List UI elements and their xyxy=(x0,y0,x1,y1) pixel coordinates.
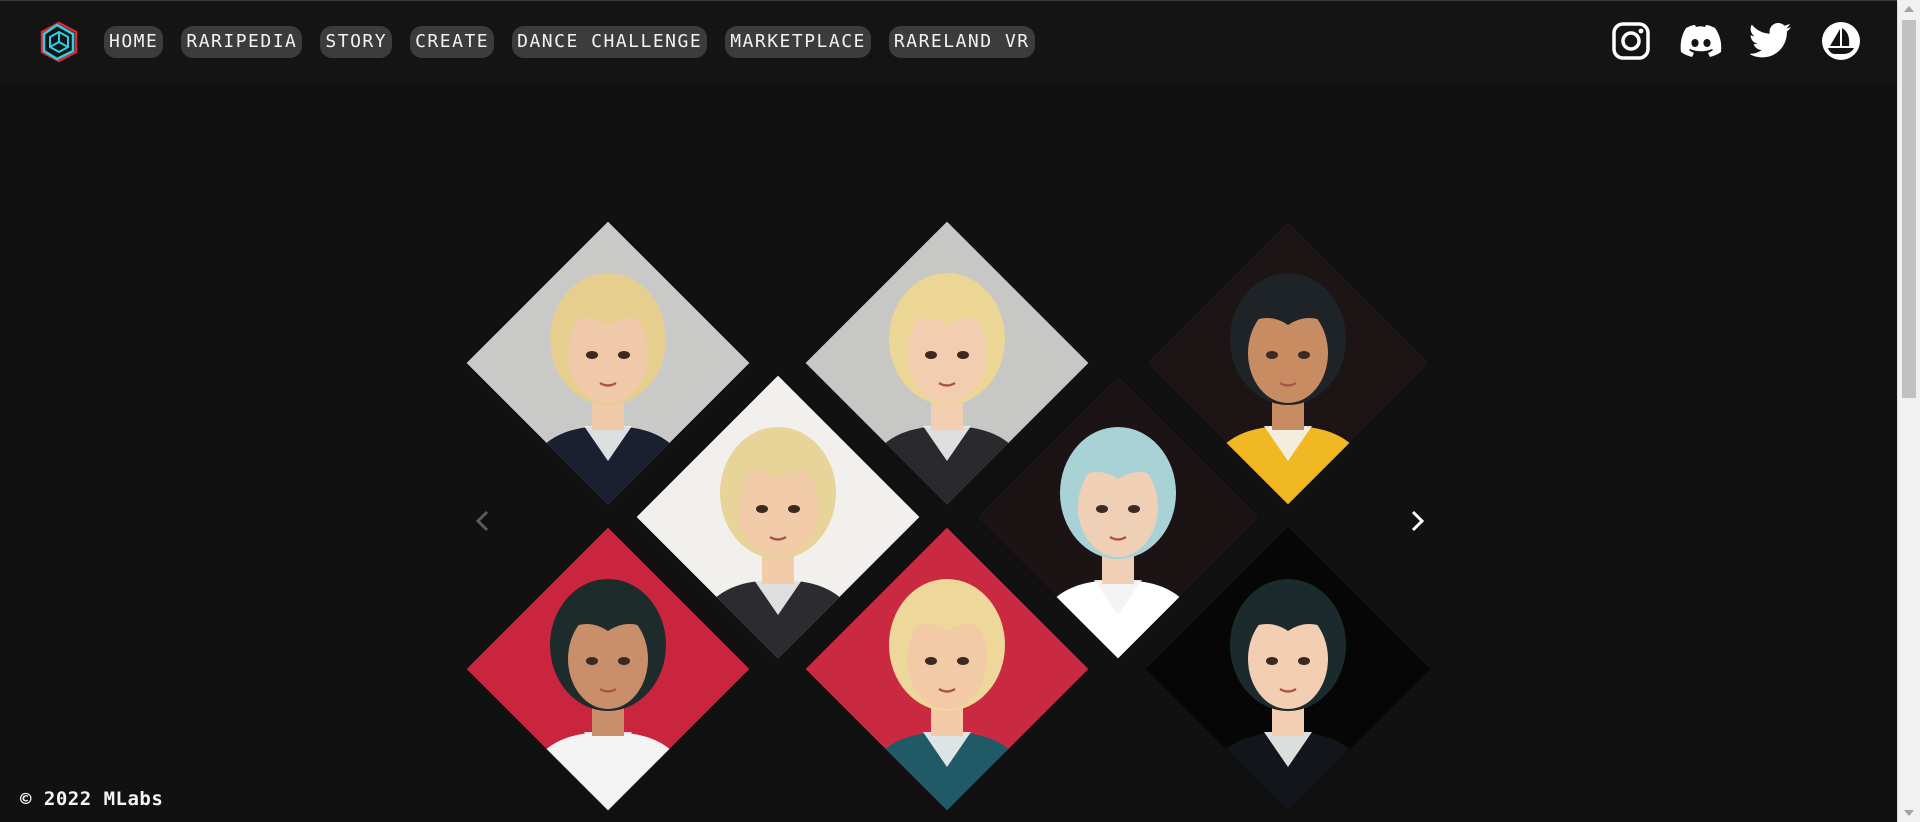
instagram-icon[interactable] xyxy=(1610,20,1652,62)
nav-rareland-vr[interactable]: RARELAND VR xyxy=(888,26,1035,58)
page: HOME RARIPEDIA STORY CREATE DANCE CHALLE… xyxy=(0,0,1920,822)
chevron-left-icon[interactable] xyxy=(468,506,498,536)
copyright-text: © 2022 MLabs xyxy=(20,788,164,810)
nav-dance-challenge[interactable]: DANCE CHALLENGE xyxy=(512,26,708,58)
twitter-icon[interactable] xyxy=(1750,20,1792,62)
main-nav: HOME RARIPEDIA STORY CREATE DANCE CHALLE… xyxy=(104,26,1035,58)
rare-cube-logo-icon[interactable] xyxy=(38,21,80,63)
character-carousel xyxy=(466,221,1432,812)
page-scrollbar[interactable] xyxy=(1897,0,1920,822)
chevron-right-icon[interactable] xyxy=(1402,506,1432,536)
discord-icon[interactable] xyxy=(1680,20,1722,62)
scroll-up-icon[interactable] xyxy=(1904,6,1914,12)
scrollbar-thumb[interactable] xyxy=(1902,20,1916,398)
scroll-down-icon[interactable] xyxy=(1904,810,1914,816)
nav-raripedia[interactable]: RARIPEDIA xyxy=(181,26,303,58)
opensea-icon[interactable] xyxy=(1820,20,1862,62)
nav-create[interactable]: CREATE xyxy=(410,26,495,58)
nav-story[interactable]: STORY xyxy=(320,26,393,58)
nav-home[interactable]: HOME xyxy=(104,26,164,58)
nav-marketplace[interactable]: MARKETPLACE xyxy=(725,26,871,58)
social-links xyxy=(1610,20,1862,62)
top-nav-bar: HOME RARIPEDIA STORY CREATE DANCE CHALLE… xyxy=(0,0,1898,83)
